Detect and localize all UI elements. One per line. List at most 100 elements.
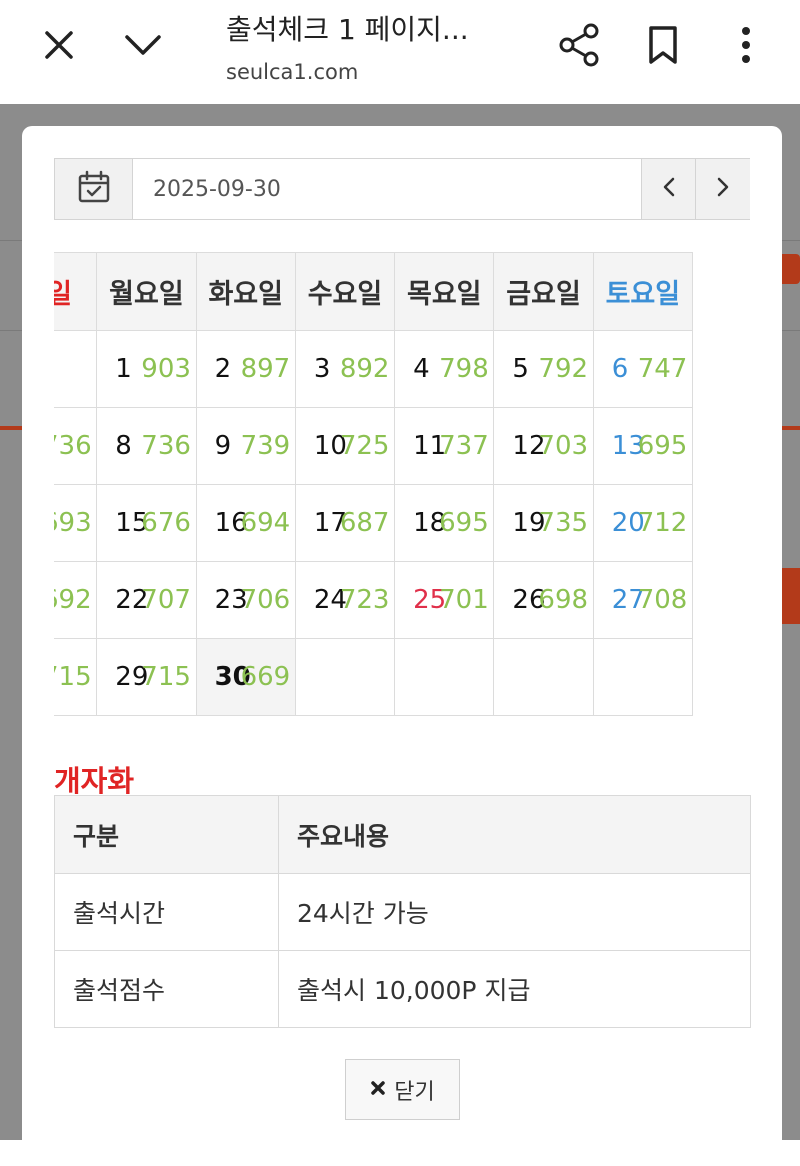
day-number: 20 bbox=[611, 508, 645, 538]
calendar-day-cell-friday[interactable]: 5 792 bbox=[493, 330, 594, 408]
close-button[interactable]: 닫기 bbox=[345, 1059, 460, 1120]
day-number: 4 bbox=[413, 354, 430, 384]
chevron-right-icon bbox=[716, 176, 730, 202]
day-number: 27 bbox=[611, 585, 645, 615]
calendar-day-cell-monday[interactable]: 22707 bbox=[96, 561, 197, 639]
more-vertical-icon[interactable] bbox=[728, 20, 764, 70]
calendar-day-cell-saturday[interactable]: 20712 bbox=[592, 484, 694, 562]
info-header-row: 구분 주요내용 bbox=[54, 795, 751, 874]
info-cell-value: 24시간 가능 bbox=[278, 873, 751, 951]
calendar-day-cell-friday[interactable]: 19735 bbox=[493, 484, 594, 562]
calendar-week-row: 7152971530669 bbox=[54, 638, 694, 716]
calendar-day-cell-tuesday[interactable]: 2 897 bbox=[195, 330, 296, 408]
attendance-count: 792 bbox=[538, 354, 589, 384]
calendar-day-cell-monday[interactable]: 29715 bbox=[96, 638, 197, 716]
attendance-count: 694 bbox=[240, 508, 291, 538]
calendar-day-cell-saturday[interactable]: 6 747 bbox=[592, 330, 694, 408]
calendar-day-cell-thursday[interactable]: 11737 bbox=[394, 407, 495, 485]
calendar-day-cell-wednesday[interactable]: 10725 bbox=[294, 407, 396, 485]
chevron-down-icon[interactable] bbox=[120, 22, 166, 68]
calendar-day-cell-sunday[interactable]: 693 bbox=[54, 484, 98, 562]
header-wednesday: 수요일 bbox=[294, 252, 396, 331]
calendar-day-cell-friday bbox=[493, 638, 594, 716]
calendar-week-row: 1 903 2 897 3 892 4 798 5 792 6 747 bbox=[54, 330, 694, 408]
calendar-day-cell-monday[interactable]: 15676 bbox=[96, 484, 197, 562]
close-button-label: 닫기 bbox=[394, 1079, 435, 1105]
calendar-day-cell-tuesday[interactable]: 23706 bbox=[195, 561, 296, 639]
attendance-count: 698 bbox=[538, 585, 589, 615]
day-number: 10 bbox=[313, 431, 347, 461]
prev-date-button[interactable] bbox=[641, 159, 696, 219]
calendar-day-cell-tuesday[interactable]: 9 739 bbox=[195, 407, 296, 485]
calendar-day-cell-thursday[interactable]: 25701 bbox=[394, 561, 495, 639]
day-number: 18 bbox=[413, 508, 447, 538]
day-number: 24 bbox=[313, 585, 347, 615]
day-number: 9 bbox=[214, 431, 232, 461]
header-tuesday: 화요일 bbox=[195, 252, 296, 331]
attendance-count: 715 bbox=[54, 662, 92, 692]
calendar-day-cell-friday[interactable]: 12703 bbox=[493, 407, 594, 485]
day-number: 2 bbox=[214, 354, 232, 384]
calendar-check-icon bbox=[77, 170, 111, 208]
day-number: 16 bbox=[214, 508, 248, 538]
calendar-day-cell-wednesday[interactable]: 24723 bbox=[294, 561, 396, 639]
close-icon[interactable] bbox=[36, 22, 82, 68]
calendar-day-cell-thursday[interactable]: 4 798 bbox=[394, 330, 495, 408]
day-number: 13 bbox=[611, 431, 645, 461]
header-monday: 월요일 bbox=[96, 252, 197, 331]
attendance-count: 695 bbox=[637, 431, 688, 461]
calendar-day-cell-sunday[interactable]: 736 bbox=[54, 407, 98, 485]
attendance-count: 737 bbox=[439, 431, 489, 461]
date-selector bbox=[54, 158, 750, 220]
calendar-table: 요일 월요일 화요일 수요일 목요일 금요일 토요일 1903289738924… bbox=[54, 252, 694, 716]
attendance-count: 747 bbox=[637, 354, 688, 384]
day-number: 15 bbox=[115, 508, 149, 538]
calendar-day-cell-wednesday[interactable]: 17687 bbox=[294, 484, 396, 562]
info-table: 구분 주요내용 출석시간 24시간 가능 출석점수 출석시 10,000P 지급 bbox=[54, 795, 751, 1028]
bookmark-icon[interactable] bbox=[640, 20, 686, 70]
calendar-day-cell-monday[interactable]: 8 736 bbox=[96, 407, 197, 485]
calendar-day-cell-wednesday[interactable]: 3 892 bbox=[294, 330, 396, 408]
attendance-count: 712 bbox=[637, 508, 688, 538]
attendance-count: 703 bbox=[538, 431, 589, 461]
attendance-count: 725 bbox=[339, 431, 390, 461]
calendar-day-cell-tuesday[interactable]: 30669 bbox=[195, 638, 296, 716]
attendance-count: 708 bbox=[637, 585, 688, 615]
calendar-day-cell-sunday[interactable]: 715 bbox=[54, 638, 98, 716]
attendance-count: 687 bbox=[339, 508, 390, 538]
calendar-day-cell-saturday bbox=[592, 638, 694, 716]
calendar-day-cell-monday[interactable]: 1 903 bbox=[96, 330, 197, 408]
attendance-count: 736 bbox=[141, 431, 191, 461]
calendar-day-cell-tuesday[interactable]: 16694 bbox=[195, 484, 296, 562]
next-date-button[interactable] bbox=[695, 159, 750, 219]
attendance-count: 892 bbox=[339, 354, 390, 384]
day-number: 3 bbox=[313, 354, 331, 384]
day-number: 5 bbox=[512, 354, 529, 384]
header-sunday: 요일 bbox=[54, 252, 98, 331]
attendance-count: 739 bbox=[240, 431, 291, 461]
share-icon[interactable] bbox=[556, 20, 602, 70]
calendar-day-cell-thursday[interactable]: 18695 bbox=[394, 484, 495, 562]
day-number: 6 bbox=[611, 354, 629, 384]
day-number: 11 bbox=[413, 431, 447, 461]
calendar-day-cell-friday[interactable]: 26698 bbox=[493, 561, 594, 639]
day-number: 26 bbox=[512, 585, 546, 615]
calendar-day-cell-saturday[interactable]: 13695 bbox=[592, 407, 694, 485]
attendance-count: 701 bbox=[439, 585, 489, 615]
calendar-button[interactable] bbox=[55, 159, 133, 219]
attendance-count: 692 bbox=[54, 585, 92, 615]
attendance-count: 676 bbox=[141, 508, 191, 538]
section-title: 개자화 bbox=[54, 764, 135, 798]
close-x-icon bbox=[370, 1077, 386, 1102]
calendar-day-cell-thursday bbox=[394, 638, 495, 716]
attendance-count: 707 bbox=[141, 585, 191, 615]
calendar-day-cell-sunday[interactable]: 692 bbox=[54, 561, 98, 639]
header-thursday: 목요일 bbox=[394, 252, 495, 331]
date-input[interactable] bbox=[133, 159, 641, 219]
attendance-count: 715 bbox=[141, 662, 191, 692]
calendar-day-cell-saturday[interactable]: 27708 bbox=[592, 561, 694, 639]
attendance-count: 897 bbox=[240, 354, 291, 384]
attendance-count: 723 bbox=[339, 585, 390, 615]
attendance-count: 736 bbox=[54, 431, 92, 461]
info-header-category: 구분 bbox=[54, 795, 279, 874]
